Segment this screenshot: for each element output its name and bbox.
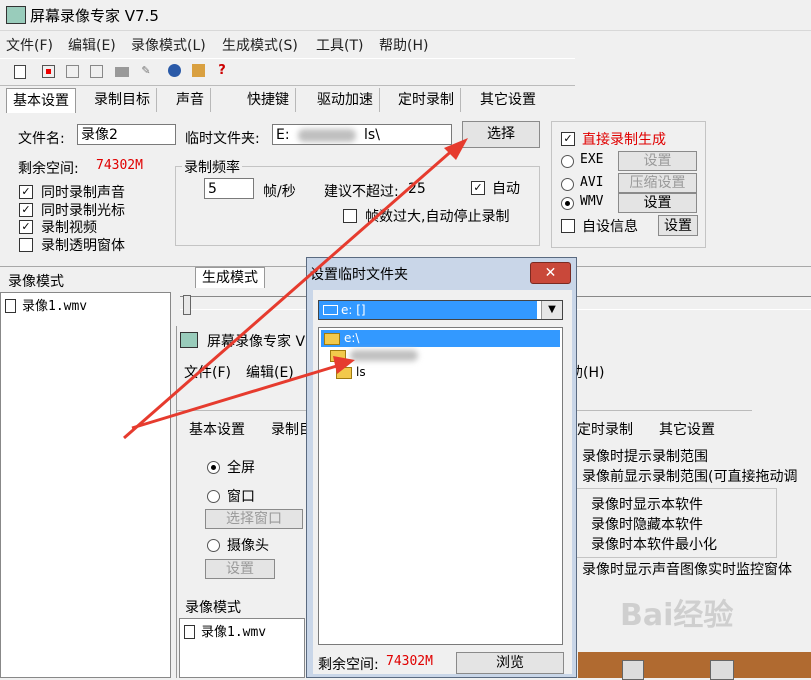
arrow-head [444,138,468,160]
arrow-to-folder [131,363,341,430]
annotation-arrows [123,138,468,440]
arrow-to-select-button [123,146,456,440]
arrow-head [333,356,355,374]
drive-icon [323,305,338,315]
